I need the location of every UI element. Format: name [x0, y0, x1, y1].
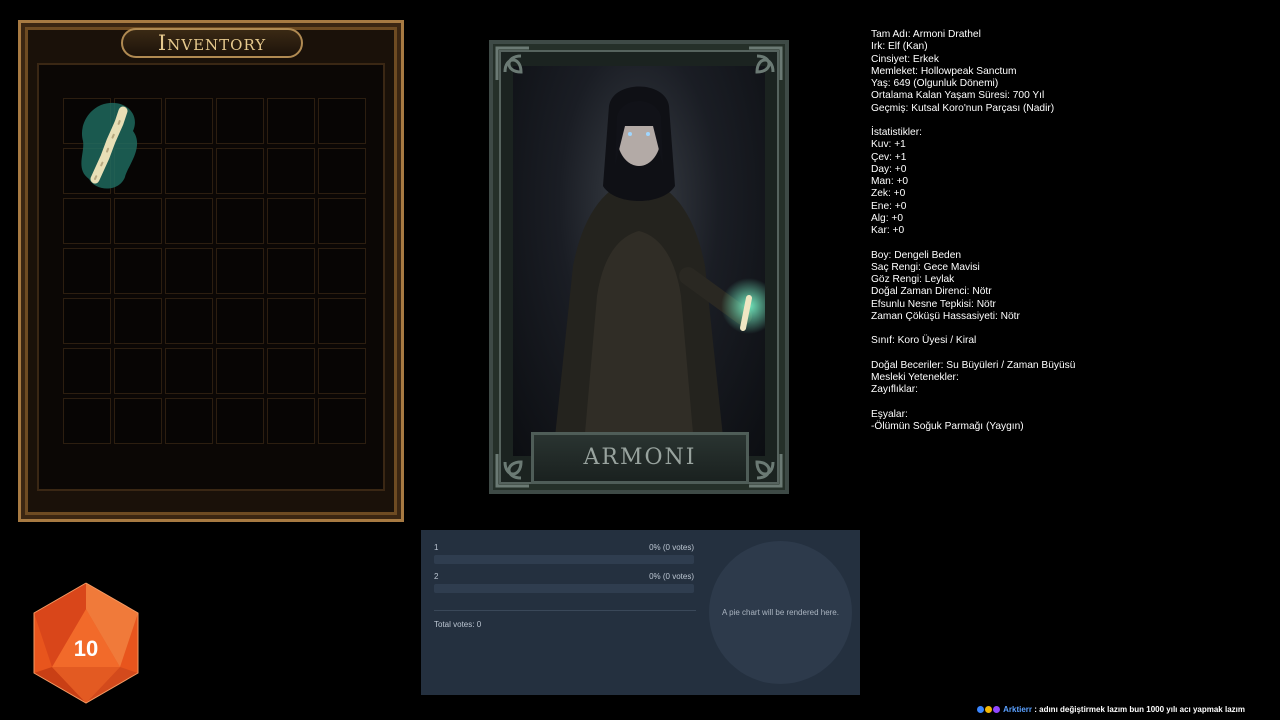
character-sheet-line: Zayıflıklar:: [871, 384, 918, 396]
character-sheet-line: Efsunlu Nesne Tepkisi: Nötr: [871, 298, 996, 310]
character-sheet-line: Memleket: Hollowpeak Sanctum: [871, 65, 1017, 77]
character-sheet: Tam Adı: Armoni Drathel Irk: Elf (Kan) Cin…: [871, 29, 1075, 433]
character-sheet-line: Çev: +1: [871, 151, 907, 163]
inventory-slot[interactable]: [318, 398, 366, 444]
inventory-slot[interactable]: [267, 148, 315, 194]
character-sheet-line: Doğal Zaman Direnci: Nötr: [871, 286, 992, 298]
character-sheet-line: Day: +0: [871, 163, 907, 175]
inventory-slot[interactable]: [114, 198, 162, 244]
inventory-slot[interactable]: [267, 298, 315, 344]
inventory-slot[interactable]: [63, 198, 111, 244]
character-sheet-line: Göz Rengi: Leylak: [871, 274, 955, 285]
character-sheet-line: Cinsiyet: Erkek: [871, 53, 939, 65]
inventory-slot[interactable]: [63, 298, 111, 344]
character-sheet-line: Tam Adı: Armoni Drathel: [871, 29, 981, 40]
chat-text: adını değiştirmek lazım bun 1000 yılı ac…: [1039, 705, 1245, 714]
poll-option-result: 0% (0 votes): [649, 543, 694, 552]
inventory-slot[interactable]: [216, 398, 264, 444]
character-sheet-line: İstatistikler:: [871, 127, 922, 138]
inventory-slot[interactable]: [114, 298, 162, 344]
poll-total-votes: Total votes: 0: [434, 620, 482, 629]
character-sheet-line: Zek: +0: [871, 188, 906, 200]
character-sheet-line: Zaman Çöküşü Hassasiyeti: Nötr: [871, 310, 1020, 322]
chat-message: Arktierr : adını değiştirmek lazım bun 1…: [977, 705, 1245, 714]
chat-username[interactable]: Arktierr: [1003, 705, 1032, 714]
inventory-slot[interactable]: [165, 98, 213, 144]
celtic-knot-icon: [495, 454, 529, 488]
inventory-slot[interactable]: [114, 398, 162, 444]
inventory-slot[interactable]: [63, 398, 111, 444]
inventory-slot[interactable]: [318, 348, 366, 394]
badge-icon: [993, 706, 1001, 713]
inventory-slot[interactable]: [318, 148, 366, 194]
inventory-slot[interactable]: [165, 398, 213, 444]
inventory-slot[interactable]: [318, 198, 366, 244]
inventory-slot[interactable]: [63, 248, 111, 294]
inventory-slot[interactable]: [216, 298, 264, 344]
inventory-slot[interactable]: [216, 248, 264, 294]
character-sheet-line: Kuv: +1: [871, 139, 906, 151]
inventory-slot[interactable]: [267, 248, 315, 294]
character-sheet-line: Boy: Dengeli Beden: [871, 249, 962, 261]
inventory-slot[interactable]: [165, 248, 213, 294]
poll-pie-placeholder: A pie chart will be rendered here.: [709, 541, 852, 684]
character-sheet-line: -Ölümün Soğuk Parmağı (Yaygın): [871, 421, 1024, 432]
inventory-slot[interactable]: [165, 198, 213, 244]
celtic-knot-icon: [495, 46, 529, 80]
inventory-slot[interactable]: [216, 98, 264, 144]
poll-widget: 1 0% (0 votes) 2 0% (0 votes) Total vote…: [421, 530, 860, 695]
inventory-slot[interactable]: [114, 348, 162, 394]
celtic-knot-icon: [749, 454, 783, 488]
inventory-slot[interactable]: [165, 348, 213, 394]
character-sheet-line: Sınıf: Koro Üyesi / Kiral: [871, 335, 977, 347]
character-sheet-line: Doğal Beceriler: Su Büyüleri / Zaman Büy…: [871, 359, 1076, 371]
character-sheet-line: Yaş: 649 (Olgunluk Dönemi): [871, 78, 999, 89]
character-sheet-line: Kar: +0: [871, 225, 905, 236]
inventory-panel: Inventory: [18, 20, 404, 522]
character-name-plate: ARMONI: [531, 432, 749, 484]
character-portrait-image: [513, 66, 765, 456]
inventory-slot[interactable]: [114, 248, 162, 294]
poll-divider: [434, 610, 696, 611]
poll-option-result: 0% (0 votes): [649, 572, 694, 581]
badge-icon: [985, 706, 993, 713]
inventory-title: Inventory: [121, 28, 303, 58]
inventory-slot[interactable]: [216, 348, 264, 394]
badge-icon: [977, 706, 985, 713]
inventory-slot[interactable]: [216, 148, 264, 194]
inventory-slot[interactable]: [267, 198, 315, 244]
inventory-slot[interactable]: [63, 348, 111, 394]
character-sheet-line: Ene: +0: [871, 200, 907, 212]
poll-option-label: 1: [434, 543, 439, 552]
inventory-slot[interactable]: [267, 398, 315, 444]
inventory-slot[interactable]: [165, 298, 213, 344]
celtic-knot-icon: [749, 46, 783, 80]
inventory-slot[interactable]: [318, 248, 366, 294]
character-sheet-line: Ortalama Kalan Yaşam Süresi: 700 Yıl: [871, 90, 1045, 102]
inventory-slot[interactable]: [165, 148, 213, 194]
character-sheet-line: Irk: Elf (Kan): [871, 41, 928, 53]
character-sheet-line: Alg: +0: [871, 212, 904, 224]
inventory-slot[interactable]: [267, 98, 315, 144]
character-sheet-line: Eşyalar:: [871, 408, 908, 420]
poll-option-bar: [434, 555, 694, 564]
character-sheet-line: Mesleki Yetenekler:: [871, 372, 959, 383]
inventory-slot[interactable]: [216, 198, 264, 244]
inventory-slot[interactable]: [267, 348, 315, 394]
character-sheet-line: Man: +0: [871, 176, 909, 187]
dice-result: 10: [73, 636, 99, 661]
poll-option-bar: [434, 584, 694, 593]
inventory-slot[interactable]: [318, 298, 366, 344]
poll-option-label: 2: [434, 572, 439, 581]
inventory-slot[interactable]: [318, 98, 366, 144]
character-sheet-line: Geçmiş: Kutsal Koro'nun Parçası (Nadir): [871, 102, 1055, 114]
character-portrait-card: ARMONI: [489, 40, 789, 494]
bone-finger-icon[interactable]: [71, 97, 147, 193]
character-sheet-line: Saç Rengi: Gece Mavisi: [871, 261, 980, 273]
